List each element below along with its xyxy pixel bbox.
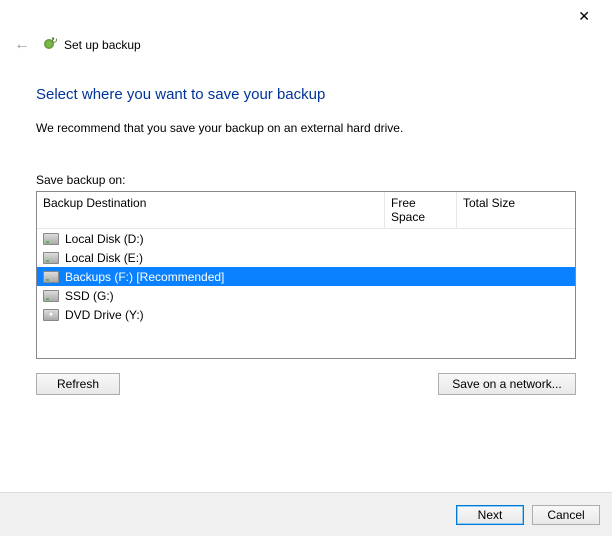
refresh-button[interactable]: Refresh <box>36 373 120 395</box>
drive-label: Backups (F:) [Recommended] <box>65 270 224 284</box>
drive-row[interactable]: SSD (G:) <box>37 286 575 305</box>
page-subtitle: We recommend that you save your backup o… <box>36 121 576 135</box>
drive-row[interactable]: Local Disk (E:) <box>37 248 575 267</box>
column-free-space[interactable]: Free Space <box>385 192 457 228</box>
next-button[interactable]: Next <box>456 505 524 525</box>
backup-app-icon <box>42 37 58 53</box>
back-arrow-icon[interactable]: ← <box>8 36 36 54</box>
drive-row[interactable]: Backups (F:) [Recommended] <box>37 267 575 286</box>
cancel-button[interactable]: Cancel <box>532 505 600 525</box>
save-on-network-button[interactable]: Save on a network... <box>438 373 576 395</box>
hard-drive-icon <box>43 271 59 283</box>
drive-label: DVD Drive (Y:) <box>65 308 144 322</box>
drive-list: Backup Destination Free Space Total Size… <box>36 191 576 359</box>
drive-label: Local Disk (D:) <box>65 232 144 246</box>
hard-drive-icon <box>43 233 59 245</box>
list-label: Save backup on: <box>36 173 576 187</box>
hard-drive-icon <box>43 290 59 302</box>
column-destination[interactable]: Backup Destination <box>37 192 385 228</box>
dvd-drive-icon <box>43 309 59 321</box>
drive-row[interactable]: DVD Drive (Y:) <box>37 305 575 324</box>
drive-label: SSD (G:) <box>65 289 114 303</box>
drive-row[interactable]: Local Disk (D:) <box>37 229 575 248</box>
hard-drive-icon <box>43 252 59 264</box>
footer: Next Cancel <box>0 492 612 536</box>
close-icon[interactable]: ✕ <box>570 6 598 27</box>
window-title: Set up backup <box>64 38 141 52</box>
drive-label: Local Disk (E:) <box>65 251 143 265</box>
header: ← Set up backup <box>8 36 141 54</box>
page-title: Select where you want to save your backu… <box>36 86 576 103</box>
list-header: Backup Destination Free Space Total Size <box>37 192 575 229</box>
column-total-size[interactable]: Total Size <box>457 192 537 228</box>
